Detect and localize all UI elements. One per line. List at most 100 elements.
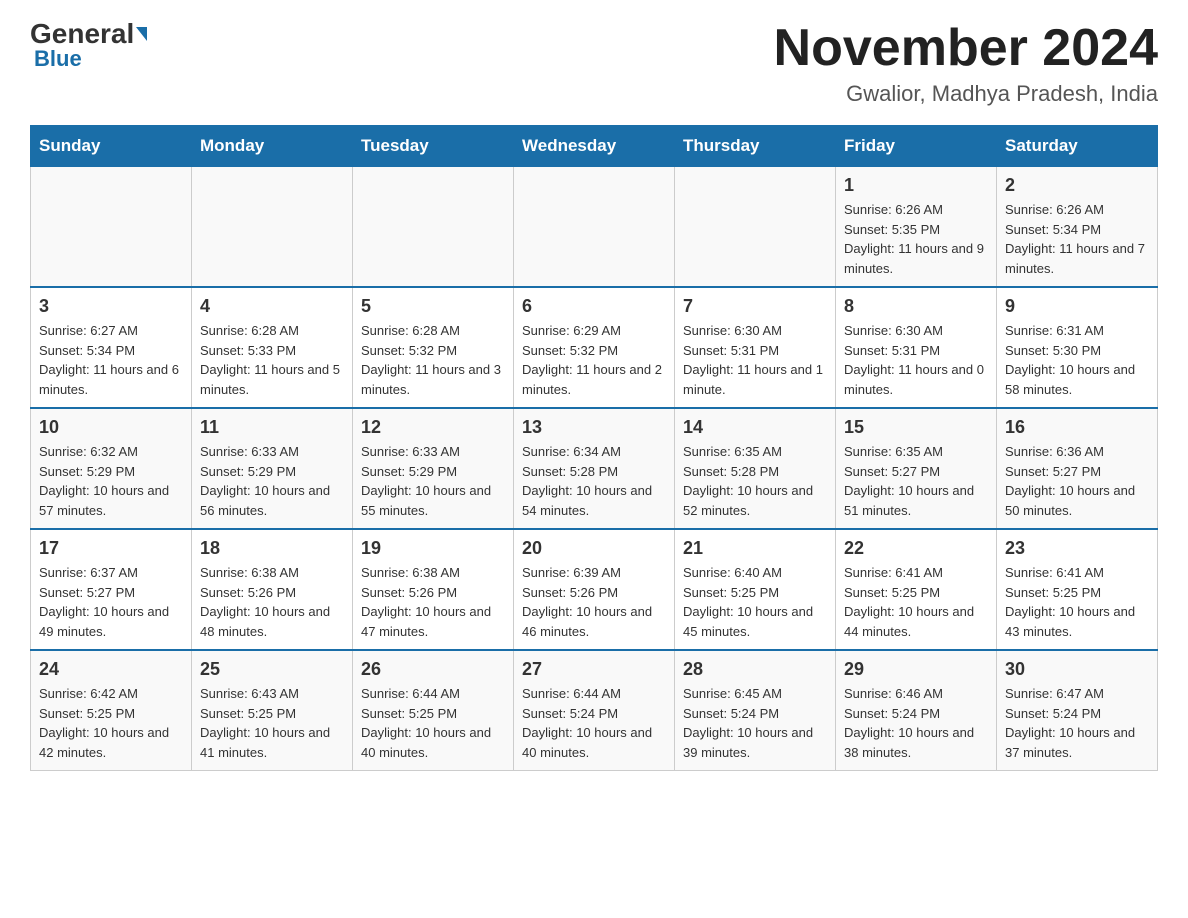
day-number: 20 — [522, 538, 666, 559]
logo: General Blue — [30, 20, 147, 72]
calendar-cell — [514, 167, 675, 288]
day-number: 16 — [1005, 417, 1149, 438]
calendar-week-row: 1 Sunrise: 6:26 AM Sunset: 5:35 PM Daylig… — [31, 167, 1158, 288]
calendar-table: SundayMondayTuesdayWednesdayThursdayFrid… — [30, 125, 1158, 771]
day-info: Sunrise: 6:41 AM Sunset: 5:25 PM Dayligh… — [1005, 563, 1149, 641]
calendar-cell: 26 Sunrise: 6:44 AM Sunset: 5:25 PM Dayli… — [353, 650, 514, 771]
day-number: 27 — [522, 659, 666, 680]
col-header-monday: Monday — [192, 126, 353, 167]
calendar-cell: 9Sunrise: 6:31 AM Sunset: 5:30 PM Daylig… — [997, 287, 1158, 408]
day-info: Sunrise: 6:46 AM Sunset: 5:24 PM Dayligh… — [844, 684, 988, 762]
calendar-cell: 13 Sunrise: 6:34 AM Sunset: 5:28 PM Dayli… — [514, 408, 675, 529]
calendar-cell: 30 Sunrise: 6:47 AM Sunset: 5:24 PM Dayli… — [997, 650, 1158, 771]
calendar-cell: 27 Sunrise: 6:44 AM Sunset: 5:24 PM Dayli… — [514, 650, 675, 771]
calendar-week-row: 24Sunrise: 6:42 AM Sunset: 5:25 PM Dayli… — [31, 650, 1158, 771]
calendar-week-row: 17Sunrise: 6:37 AM Sunset: 5:27 PM Dayli… — [31, 529, 1158, 650]
logo-general-text: General — [30, 20, 147, 48]
calendar-cell: 10 Sunrise: 6:32 AM Sunset: 5:29 PM Dayli… — [31, 408, 192, 529]
calendar-cell — [192, 167, 353, 288]
day-info: Sunrise: 6:33 AM Sunset: 5:29 PM Dayligh… — [200, 442, 344, 520]
day-number: 25 — [200, 659, 344, 680]
calendar-cell: 11Sunrise: 6:33 AM Sunset: 5:29 PM Dayli… — [192, 408, 353, 529]
day-number: 10 — [39, 417, 183, 438]
calendar-cell: 3 Sunrise: 6:27 AM Sunset: 5:34 PM Daylig… — [31, 287, 192, 408]
day-info: Sunrise: 6:44 AM Sunset: 5:25 PM Dayligh… — [361, 684, 505, 762]
month-title: November 2024 — [774, 20, 1158, 77]
day-info: Sunrise: 6:36 AM Sunset: 5:27 PM Dayligh… — [1005, 442, 1149, 520]
col-header-tuesday: Tuesday — [353, 126, 514, 167]
day-number: 30 — [1005, 659, 1149, 680]
col-header-friday: Friday — [836, 126, 997, 167]
day-info: Sunrise: 6:26 AM Sunset: 5:35 PM Dayligh… — [844, 200, 988, 278]
day-info: Sunrise: 6:38 AM Sunset: 5:26 PM Dayligh… — [200, 563, 344, 641]
col-header-sunday: Sunday — [31, 126, 192, 167]
calendar-cell: 21 Sunrise: 6:40 AM Sunset: 5:25 PM Dayli… — [675, 529, 836, 650]
calendar-cell — [31, 167, 192, 288]
page-header: General Blue November 2024 Gwalior, Madh… — [30, 20, 1158, 107]
day-info: Sunrise: 6:43 AM Sunset: 5:25 PM Dayligh… — [200, 684, 344, 762]
day-number: 22 — [844, 538, 988, 559]
day-number: 29 — [844, 659, 988, 680]
day-info: Sunrise: 6:47 AM Sunset: 5:24 PM Dayligh… — [1005, 684, 1149, 762]
day-number: 18 — [200, 538, 344, 559]
day-info: Sunrise: 6:30 AM Sunset: 5:31 PM Dayligh… — [683, 321, 827, 399]
title-block: November 2024 Gwalior, Madhya Pradesh, I… — [774, 20, 1158, 107]
calendar-cell: 16 Sunrise: 6:36 AM Sunset: 5:27 PM Dayli… — [997, 408, 1158, 529]
calendar-week-row: 3 Sunrise: 6:27 AM Sunset: 5:34 PM Daylig… — [31, 287, 1158, 408]
day-number: 28 — [683, 659, 827, 680]
day-info: Sunrise: 6:44 AM Sunset: 5:24 PM Dayligh… — [522, 684, 666, 762]
calendar-cell: 17Sunrise: 6:37 AM Sunset: 5:27 PM Dayli… — [31, 529, 192, 650]
calendar-cell: 22 Sunrise: 6:41 AM Sunset: 5:25 PM Dayli… — [836, 529, 997, 650]
day-info: Sunrise: 6:27 AM Sunset: 5:34 PM Dayligh… — [39, 321, 183, 399]
day-info: Sunrise: 6:29 AM Sunset: 5:32 PM Dayligh… — [522, 321, 666, 399]
day-number: 1 — [844, 175, 988, 196]
calendar-cell: 4Sunrise: 6:28 AM Sunset: 5:33 PM Daylig… — [192, 287, 353, 408]
day-number: 13 — [522, 417, 666, 438]
day-number: 5 — [361, 296, 505, 317]
calendar-cell — [675, 167, 836, 288]
day-info: Sunrise: 6:32 AM Sunset: 5:29 PM Dayligh… — [39, 442, 183, 520]
calendar-cell: 2Sunrise: 6:26 AM Sunset: 5:34 PM Daylig… — [997, 167, 1158, 288]
day-info: Sunrise: 6:38 AM Sunset: 5:26 PM Dayligh… — [361, 563, 505, 641]
day-number: 3 — [39, 296, 183, 317]
calendar-cell: 12Sunrise: 6:33 AM Sunset: 5:29 PM Dayli… — [353, 408, 514, 529]
day-info: Sunrise: 6:28 AM Sunset: 5:33 PM Dayligh… — [200, 321, 344, 399]
calendar-cell: 29 Sunrise: 6:46 AM Sunset: 5:24 PM Dayli… — [836, 650, 997, 771]
day-info: Sunrise: 6:40 AM Sunset: 5:25 PM Dayligh… — [683, 563, 827, 641]
day-number: 26 — [361, 659, 505, 680]
day-info: Sunrise: 6:35 AM Sunset: 5:28 PM Dayligh… — [683, 442, 827, 520]
day-number: 24 — [39, 659, 183, 680]
logo-arrow-icon — [136, 27, 147, 41]
col-header-thursday: Thursday — [675, 126, 836, 167]
calendar-cell: 5Sunrise: 6:28 AM Sunset: 5:32 PM Daylig… — [353, 287, 514, 408]
calendar-cell: 7Sunrise: 6:30 AM Sunset: 5:31 PM Daylig… — [675, 287, 836, 408]
day-number: 17 — [39, 538, 183, 559]
day-info: Sunrise: 6:33 AM Sunset: 5:29 PM Dayligh… — [361, 442, 505, 520]
location-text: Gwalior, Madhya Pradesh, India — [774, 81, 1158, 107]
calendar-cell: 23 Sunrise: 6:41 AM Sunset: 5:25 PM Dayli… — [997, 529, 1158, 650]
day-number: 23 — [1005, 538, 1149, 559]
calendar-cell: 20 Sunrise: 6:39 AM Sunset: 5:26 PM Dayli… — [514, 529, 675, 650]
day-number: 2 — [1005, 175, 1149, 196]
calendar-cell: 15 Sunrise: 6:35 AM Sunset: 5:27 PM Dayli… — [836, 408, 997, 529]
day-number: 8 — [844, 296, 988, 317]
day-number: 15 — [844, 417, 988, 438]
day-info: Sunrise: 6:34 AM Sunset: 5:28 PM Dayligh… — [522, 442, 666, 520]
calendar-cell: 24Sunrise: 6:42 AM Sunset: 5:25 PM Dayli… — [31, 650, 192, 771]
day-info: Sunrise: 6:45 AM Sunset: 5:24 PM Dayligh… — [683, 684, 827, 762]
calendar-cell: 19Sunrise: 6:38 AM Sunset: 5:26 PM Dayli… — [353, 529, 514, 650]
calendar-cell: 25 Sunrise: 6:43 AM Sunset: 5:25 PM Dayli… — [192, 650, 353, 771]
day-info: Sunrise: 6:35 AM Sunset: 5:27 PM Dayligh… — [844, 442, 988, 520]
calendar-week-row: 10 Sunrise: 6:32 AM Sunset: 5:29 PM Dayli… — [31, 408, 1158, 529]
calendar-cell: 1 Sunrise: 6:26 AM Sunset: 5:35 PM Daylig… — [836, 167, 997, 288]
calendar-cell: 8Sunrise: 6:30 AM Sunset: 5:31 PM Daylig… — [836, 287, 997, 408]
logo-blue-text: Blue — [34, 46, 82, 72]
day-number: 9 — [1005, 296, 1149, 317]
day-number: 6 — [522, 296, 666, 317]
day-number: 21 — [683, 538, 827, 559]
day-info: Sunrise: 6:39 AM Sunset: 5:26 PM Dayligh… — [522, 563, 666, 641]
day-info: Sunrise: 6:41 AM Sunset: 5:25 PM Dayligh… — [844, 563, 988, 641]
col-header-saturday: Saturday — [997, 126, 1158, 167]
calendar-cell: 28 Sunrise: 6:45 AM Sunset: 5:24 PM Dayli… — [675, 650, 836, 771]
calendar-cell — [353, 167, 514, 288]
